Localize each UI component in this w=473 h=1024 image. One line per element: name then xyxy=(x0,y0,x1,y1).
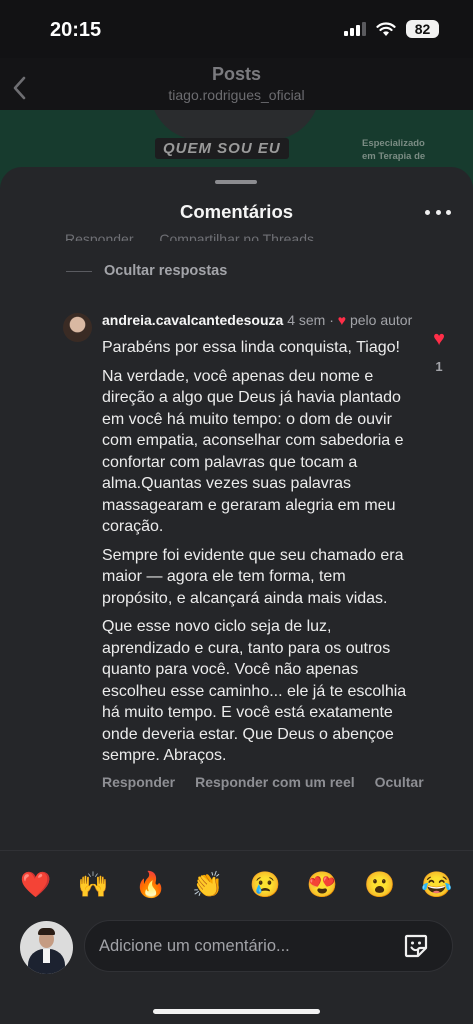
fire-emoji-icon[interactable]: 🔥 xyxy=(135,869,167,901)
laughing-emoji-icon[interactable]: 😂 xyxy=(421,869,453,901)
post-image-side-line-1: Especializado xyxy=(362,138,425,149)
battery-level: 82 xyxy=(406,20,439,38)
previous-share-threads-link[interactable]: Compartilhar no Threads xyxy=(159,231,314,241)
previous-reply-link[interactable]: Responder xyxy=(65,231,134,241)
wifi-icon xyxy=(376,21,396,36)
post-username: tiago.rodrigues_oficial xyxy=(168,87,305,103)
emoji-quick-bar: ❤️ 🙌 🔥 👏 😢 😍 😮 😂 xyxy=(0,850,473,918)
comment-actions: Responder Responder com um reel Ocultar xyxy=(102,774,424,790)
comment-text: Parabéns por essa linda conquista, Tiago… xyxy=(102,337,418,767)
like-heart-icon[interactable]: ♥ xyxy=(426,329,452,349)
comment-paragraph: Na verdade, você apenas deu nome e direç… xyxy=(102,367,404,536)
post-image-person xyxy=(150,110,320,140)
more-options-icon[interactable] xyxy=(425,201,451,223)
status-time: 20:15 xyxy=(50,19,102,41)
current-user-avatar xyxy=(20,921,73,974)
heart-emoji-icon[interactable]: ❤️ xyxy=(20,869,52,901)
comment-paragraph: Sempre foi evidente que seu chamado era … xyxy=(102,546,404,607)
hide-replies-label: Ocultar respostas xyxy=(104,263,228,279)
sheet-grabber[interactable] xyxy=(215,180,257,184)
post-image-side-text: Especializado em Terapia de xyxy=(362,137,425,163)
comment-input[interactable] xyxy=(99,921,389,971)
status-bar: 20:15 82 xyxy=(0,0,473,58)
comment-body: andreia.cavalcantedesouza 4 sem · ♥ pelo… xyxy=(102,310,424,790)
surprised-emoji-icon[interactable]: 😮 xyxy=(364,869,396,901)
sticker-icon[interactable] xyxy=(402,932,430,960)
previous-comment-actions: Responder Compartilhar no Threads xyxy=(65,225,336,241)
post-header: Posts tiago.rodrigues_oficial xyxy=(0,58,473,116)
comment-paragraph: Parabéns por essa linda conquista, Tiago… xyxy=(102,339,400,356)
comment-paragraph: Que esse novo ciclo seja de luz, aprendi… xyxy=(102,618,407,764)
comment-meta: andreia.cavalcantedesouza 4 sem · ♥ pelo… xyxy=(102,310,418,330)
comment-time: 4 sem xyxy=(287,312,326,328)
hide-replies-divider xyxy=(66,270,92,272)
reply-with-reel-button[interactable]: Responder com um reel xyxy=(195,774,355,790)
post-image-side-line-2: em Terapia de xyxy=(362,151,426,162)
sheet-title: Comentários xyxy=(179,201,294,222)
clapping-emoji-icon[interactable]: 👏 xyxy=(192,869,224,901)
status-icons: 82 xyxy=(344,20,439,38)
home-indicator[interactable] xyxy=(153,1009,320,1014)
avatar-shirt xyxy=(43,949,50,963)
like-count: 1 xyxy=(435,359,443,374)
post-image-banner: QUEM SOU EU xyxy=(155,138,289,159)
liked-by-author-label: pelo autor xyxy=(349,312,413,328)
avatar-hair xyxy=(38,928,55,935)
raised-hands-emoji-icon[interactable]: 🙌 xyxy=(77,869,109,901)
cellular-signal-icon xyxy=(344,22,366,36)
author-liked-heart-icon: ♥ xyxy=(337,312,347,328)
comment-input-wrapper[interactable] xyxy=(84,920,453,972)
crying-emoji-icon[interactable]: 😢 xyxy=(249,869,281,901)
hide-replies-toggle[interactable]: Ocultar respostas xyxy=(66,263,227,279)
heart-eyes-emoji-icon[interactable]: 😍 xyxy=(306,869,338,901)
commenter-avatar[interactable] xyxy=(63,313,92,342)
post-title: Posts xyxy=(211,64,262,84)
reply-button[interactable]: Responder xyxy=(102,774,175,790)
meta-separator: · xyxy=(329,312,334,328)
commenter-username[interactable]: andreia.cavalcantedesouza xyxy=(102,312,283,328)
comment-like-control[interactable]: ♥ 1 xyxy=(426,329,452,374)
hide-comment-button[interactable]: Ocultar xyxy=(375,774,424,790)
comment-composer xyxy=(0,918,473,1024)
